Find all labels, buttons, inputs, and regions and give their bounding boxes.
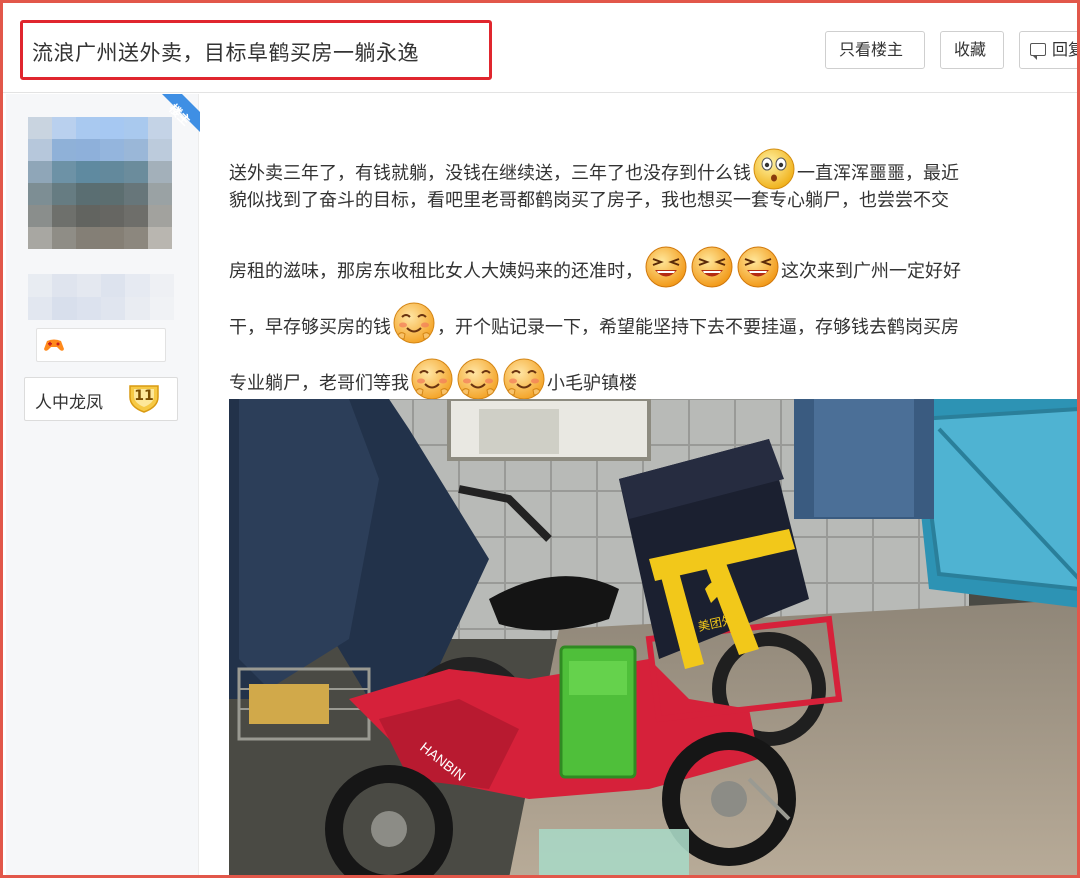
- laughing-face-icon: [645, 246, 687, 288]
- title-highlight-box: 流浪广州送外卖，目标阜鹤买房一躺永逸: [20, 20, 492, 80]
- reply-icon: [1030, 43, 1046, 60]
- blushing-smile-face-icon: [411, 358, 453, 400]
- blushing-smile-face-icon: [393, 302, 435, 344]
- post-line-1: 送外卖三年了，有钱就躺，没钱在继续送，三年了也没存到什么钱 一直浑浑噩噩，最近: [229, 147, 959, 191]
- laughing-face-icon: [737, 246, 779, 288]
- author-sidebar: 楼主 人中龙凤 11: [6, 94, 200, 875]
- post-text: 貌似找到了奋斗的目标，看吧里老哥都鹤岗买了房子，我也想买一套专心躺尸，也尝尝不交: [229, 190, 949, 211]
- avatar[interactable]: [28, 117, 172, 249]
- post-text: ，开个贴记录一下，希望能坚持下去不要挂逼，存够钱去鹤岗买房: [437, 317, 959, 338]
- post-text: 一直浑浑噩噩，最近: [797, 163, 959, 184]
- member-badge-box: [36, 328, 166, 362]
- level-name: 人中龙凤: [35, 393, 103, 413]
- blushing-smile-face-icon: [503, 358, 545, 400]
- thread-title: 流浪广州送外卖，目标阜鹤买房一躺永逸: [32, 41, 419, 65]
- level-badge-icon: 11: [127, 383, 161, 413]
- blushing-smile-face-icon: [457, 358, 499, 400]
- post-line-2: 貌似找到了奋斗的目标，看吧里老哥都鹤岗买了房子，我也想买一套专心躺尸，也尝尝不交: [229, 189, 949, 213]
- post-line-3: 房租的滋味，那房东收租比女人大姨妈来的还准时， 这次来到广州一定好好: [229, 245, 961, 289]
- post-text: 房租的滋味，那房东收租比女人大姨妈来的还准时，: [229, 261, 643, 282]
- post-text: 这次来到广州一定好好: [781, 261, 961, 282]
- scooter-photo-illustration: HANBIN 美团外卖: [229, 399, 1077, 875]
- post-text: 小毛驴镇楼: [547, 373, 637, 394]
- reply-label: 回复: [1052, 40, 1077, 59]
- post-text: 专业躺尸，老哥们等我: [229, 373, 409, 394]
- level-number: 11: [134, 388, 154, 404]
- post-text: 送外卖三年了，有钱就躺，没钱在继续送，三年了也没存到什么钱: [229, 163, 751, 184]
- gamepad-badge-icon: [44, 339, 64, 351]
- user-level[interactable]: 人中龙凤 11: [24, 377, 178, 421]
- laughing-face-icon: [691, 246, 733, 288]
- reply-button[interactable]: 回复: [1019, 31, 1077, 69]
- only-op-button[interactable]: 只看楼主: [825, 31, 925, 69]
- post-line-4: 干，早存够买房的钱 ，开个贴记录一下，希望能坚持下去不要挂逼，存够钱去鹤岗买房: [229, 301, 959, 345]
- screenshot-frame: 流浪广州送外卖，目标阜鹤买房一躺永逸 只看楼主 收藏 回复 楼主: [0, 0, 1080, 878]
- favorite-button[interactable]: 收藏: [940, 31, 1004, 69]
- surprised-face-icon: [753, 148, 795, 190]
- thread-header: 流浪广州送外卖，目标阜鹤买房一躺永逸 只看楼主 收藏 回复: [3, 3, 1077, 93]
- username-blurred[interactable]: [28, 274, 174, 320]
- post-text: 干，早存够买房的钱: [229, 317, 391, 338]
- post-photo-scooter[interactable]: HANBIN 美团外卖: [229, 399, 1077, 875]
- post-line-5: 专业躺尸，老哥们等我 小毛驴镇楼: [229, 357, 637, 401]
